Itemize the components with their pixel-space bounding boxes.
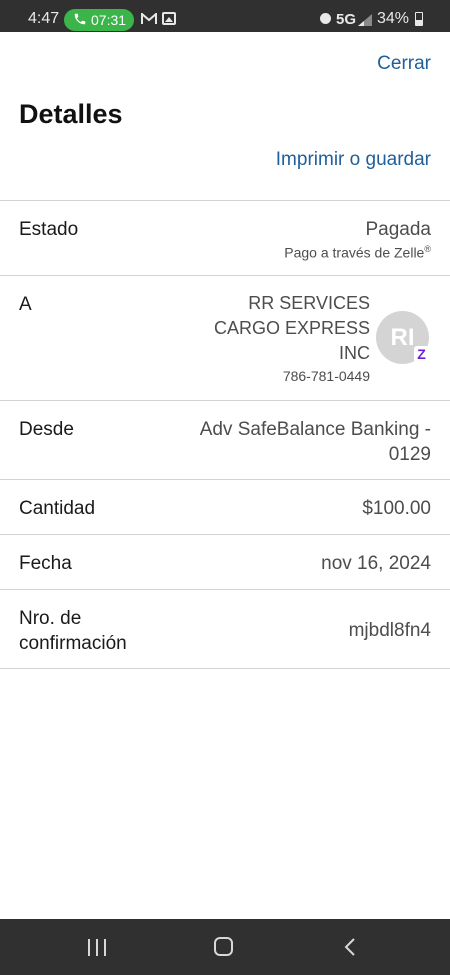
divider bbox=[0, 668, 450, 669]
home-button[interactable] bbox=[214, 937, 233, 956]
status-bar: 4:47 07:31 5G 34% bbox=[0, 0, 450, 32]
print-or-save-link[interactable]: Imprimir o guardar bbox=[276, 149, 431, 171]
divider bbox=[0, 479, 450, 480]
recents-icon-bar bbox=[96, 939, 98, 956]
ongoing-call-pill[interactable]: 07:31 bbox=[64, 9, 134, 31]
from-account-line: 0129 bbox=[388, 444, 431, 465]
recipient-name-line: CARGO EXPRESS bbox=[213, 318, 370, 338]
from-account: Adv SafeBalance Banking - 0129 bbox=[200, 417, 431, 467]
network-type: 5G bbox=[336, 11, 357, 28]
date-label: Fecha bbox=[19, 553, 72, 574]
recents-icon-bar bbox=[88, 939, 90, 956]
gmail-icon bbox=[141, 11, 157, 24]
battery-icon bbox=[415, 12, 423, 26]
call-duration: 07:31 bbox=[91, 12, 127, 28]
recents-icon-bar bbox=[104, 939, 106, 956]
payment-method-text: Pago a través de Zelle bbox=[284, 244, 425, 261]
back-button[interactable] bbox=[342, 937, 358, 957]
zelle-icon: Z bbox=[414, 346, 429, 363]
divider bbox=[0, 200, 450, 201]
from-label: Desde bbox=[19, 419, 74, 440]
confirmation-label-line: confirmación bbox=[19, 633, 127, 654]
date-value: nov 16, 2024 bbox=[321, 553, 431, 574]
divider bbox=[0, 589, 450, 590]
signal-icon bbox=[358, 13, 372, 26]
recipient-name: RR SERVICES CARGO EXPRESS INC bbox=[170, 291, 370, 366]
system-navigation-bar bbox=[0, 919, 450, 975]
page-title: Detalles bbox=[19, 99, 123, 129]
payment-method: Pago a través de Zelle® bbox=[284, 244, 431, 261]
close-button[interactable]: Cerrar bbox=[377, 53, 431, 75]
confirmation-label-line: Nro. de bbox=[19, 608, 82, 629]
from-account-line: Adv SafeBalance Banking - bbox=[199, 419, 431, 440]
confirmation-number: mjbdl8fn4 bbox=[348, 620, 431, 641]
battery-percent: 34% bbox=[377, 10, 410, 27]
recents-button[interactable] bbox=[88, 939, 108, 956]
divider bbox=[0, 534, 450, 535]
alarm-icon bbox=[320, 13, 331, 24]
photo-icon bbox=[162, 12, 176, 25]
status-value: Pagada bbox=[365, 219, 431, 240]
recipient-name-line: RR SERVICES bbox=[248, 293, 370, 313]
recipient-label: A bbox=[19, 294, 32, 315]
divider bbox=[0, 400, 450, 401]
divider bbox=[0, 275, 450, 276]
amount-value: $100.00 bbox=[362, 498, 431, 519]
status-label: Estado bbox=[19, 219, 79, 240]
status-time: 4:47 bbox=[28, 10, 60, 27]
recipient-phone: 786-781-0449 bbox=[282, 368, 370, 384]
back-icon bbox=[344, 938, 355, 956]
amount-label: Cantidad bbox=[19, 498, 96, 519]
registered-mark: ® bbox=[424, 244, 431, 254]
recipient-name-line: INC bbox=[339, 343, 370, 363]
confirmation-label: Nro. de confirmación bbox=[19, 606, 127, 656]
phone-icon bbox=[73, 12, 87, 29]
